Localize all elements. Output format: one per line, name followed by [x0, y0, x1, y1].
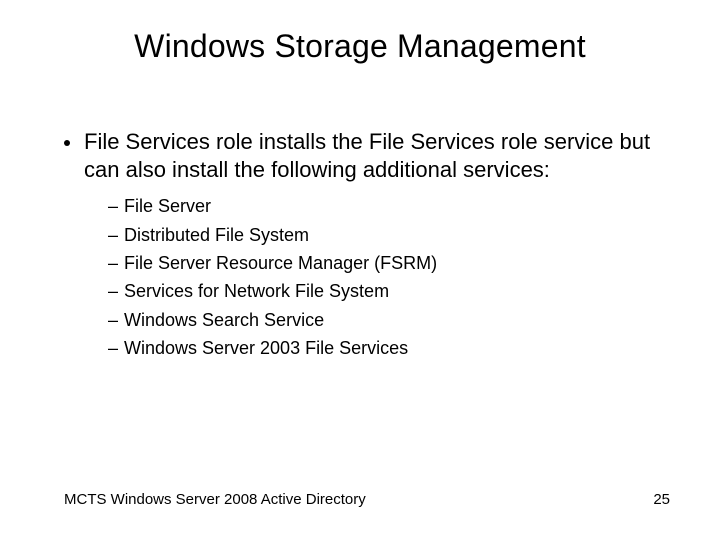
sub-bullet-text: Windows Search Service [124, 308, 324, 332]
list-item: – Distributed File System [108, 223, 660, 247]
list-item: – Services for Network File System [108, 279, 660, 303]
footer-text: MCTS Windows Server 2008 Active Director… [64, 491, 366, 508]
list-item: – Windows Server 2003 File Services [108, 336, 660, 360]
dash-icon: – [108, 223, 124, 247]
bullet-dot-icon [64, 140, 70, 146]
sub-bullet-list: – File Server – Distributed File System … [108, 194, 660, 360]
sub-bullet-text: Windows Server 2003 File Services [124, 336, 408, 360]
dash-icon: – [108, 279, 124, 303]
page-number: 25 [653, 491, 670, 508]
dash-icon: – [108, 251, 124, 275]
sub-bullet-text: File Server Resource Manager (FSRM) [124, 251, 437, 275]
sub-bullet-text: Distributed File System [124, 223, 309, 247]
list-item: – File Server [108, 194, 660, 218]
slide-title: Windows Storage Management [0, 28, 720, 65]
dash-icon: – [108, 308, 124, 332]
list-item: – Windows Search Service [108, 308, 660, 332]
dash-icon: – [108, 194, 124, 218]
list-item: – File Server Resource Manager (FSRM) [108, 251, 660, 275]
sub-bullet-text: File Server [124, 194, 211, 218]
sub-bullet-text: Services for Network File System [124, 279, 389, 303]
bullet-level-1: File Services role installs the File Ser… [64, 128, 660, 184]
slide: Windows Storage Management File Services… [0, 0, 720, 540]
bullet-text: File Services role installs the File Ser… [84, 128, 660, 184]
slide-body: File Services role installs the File Ser… [64, 128, 660, 364]
dash-icon: – [108, 336, 124, 360]
